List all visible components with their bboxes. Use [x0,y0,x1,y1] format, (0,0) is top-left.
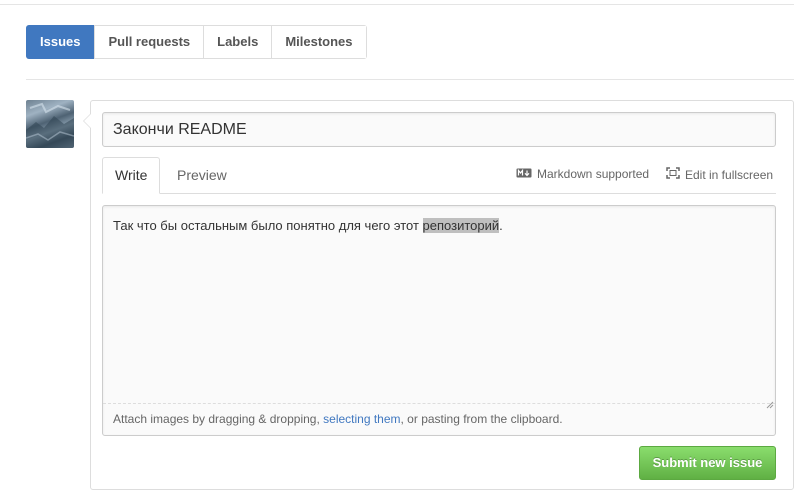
tab-pull-requests[interactable]: Pull requests [94,26,204,58]
body-text-after: . [499,218,503,233]
issue-title-input[interactable]: Закончи README [102,112,776,147]
attach-images-hint: Attach images by dragging & dropping, se… [113,412,563,426]
attach-prefix: Attach images by dragging & dropping, [113,412,324,426]
markdown-label: Markdown supported [537,167,650,181]
tab-write[interactable]: Write [102,157,161,194]
tab-issues[interactable]: Issues [26,25,95,59]
markdown-supported-link[interactable]: Markdown supported [516,167,649,181]
resize-grip-icon[interactable] [766,396,774,409]
tab-milestones[interactable]: Milestones [271,26,366,58]
issue-body-text[interactable]: Так что бы остальным было понятно для че… [113,218,503,233]
fullscreen-label: Edit in fullscreen [685,167,774,182]
avatar[interactable] [26,100,74,148]
new-issue-form: Закончи README Write Preview Markdown su… [83,100,794,490]
markdown-icon [516,167,532,181]
edit-fullscreen-link[interactable]: Edit in fullscreen [666,167,773,182]
attach-divider [103,403,775,404]
issue-body-textarea[interactable]: Так что бы остальным было понятно для че… [102,205,776,436]
tabs-divider [102,193,776,194]
body-text-before: Так что бы остальным было понятно для че… [113,218,423,233]
fullscreen-icon [666,167,680,182]
submit-new-issue-button[interactable]: Submit new issue [639,446,776,480]
select-files-link[interactable]: selecting them [323,412,400,426]
attach-suffix: , or pasting from the clipboard. [400,412,563,426]
tab-labels[interactable]: Labels [203,26,272,58]
issues-nav-tabs: Issues Pull requests Labels Milestones [26,25,367,59]
tab-preview[interactable]: Preview [165,157,239,194]
body-text-selected: репозиторий [422,218,500,233]
top-divider [0,4,794,5]
section-divider [26,79,794,80]
